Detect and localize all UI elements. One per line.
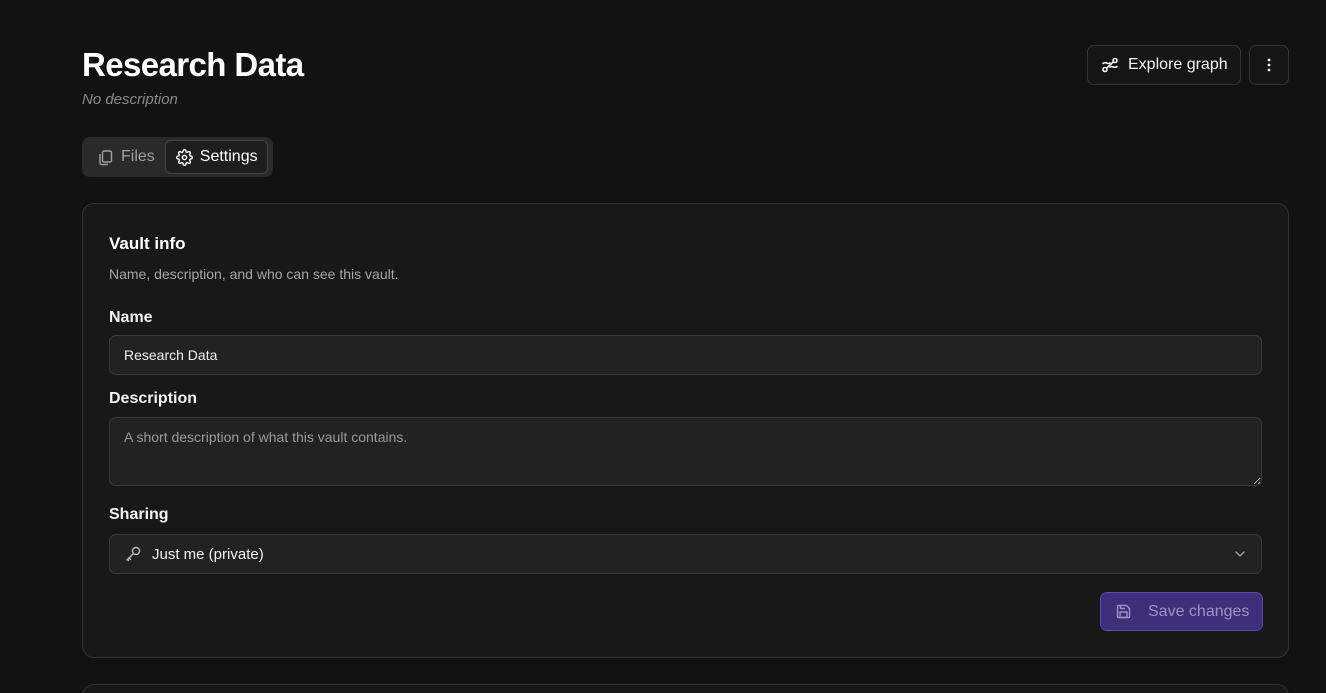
page-subtitle: No description (82, 91, 178, 108)
sharing-label: Sharing (109, 506, 169, 523)
name-input[interactable] (109, 335, 1262, 375)
tab-files-label: Files (121, 148, 155, 165)
key-icon (124, 545, 142, 563)
description-label: Description (109, 390, 198, 407)
save-changes-button[interactable]: Save changes (1100, 592, 1263, 631)
sharing-value: Just me (private) (152, 545, 264, 563)
sharing-select[interactable]: Just me (private) (109, 534, 1262, 574)
save-changes-label: Save changes (1148, 602, 1250, 620)
more-vertical-icon (1261, 57, 1277, 73)
save-icon (1115, 603, 1132, 620)
name-label: Name (109, 309, 153, 326)
tab-settings[interactable]: Settings (164, 140, 268, 174)
files-icon (97, 149, 114, 166)
graph-icon (1101, 56, 1119, 74)
explore-graph-label: Explore graph (1128, 56, 1228, 73)
tab-files[interactable]: Files (85, 140, 165, 174)
chevron-down-icon (1233, 547, 1247, 561)
vault-info-title: Vault info (109, 234, 186, 253)
gear-icon (175, 148, 193, 166)
vault-info-card: Vault info Name, description, and who ca… (82, 203, 1289, 658)
page-title: Research Data (82, 46, 304, 83)
vault-settings-page: Research Data No description Explore gra… (0, 0, 1326, 693)
next-settings-card (82, 684, 1289, 693)
tab-settings-label: Settings (199, 148, 258, 165)
explore-graph-button[interactable]: Explore graph (1087, 45, 1241, 85)
description-textarea[interactable] (109, 417, 1262, 486)
vault-info-description: Name, description, and who can see this … (109, 266, 399, 282)
more-options-button[interactable] (1249, 45, 1289, 85)
tab-bar: Files Settings (82, 137, 273, 177)
